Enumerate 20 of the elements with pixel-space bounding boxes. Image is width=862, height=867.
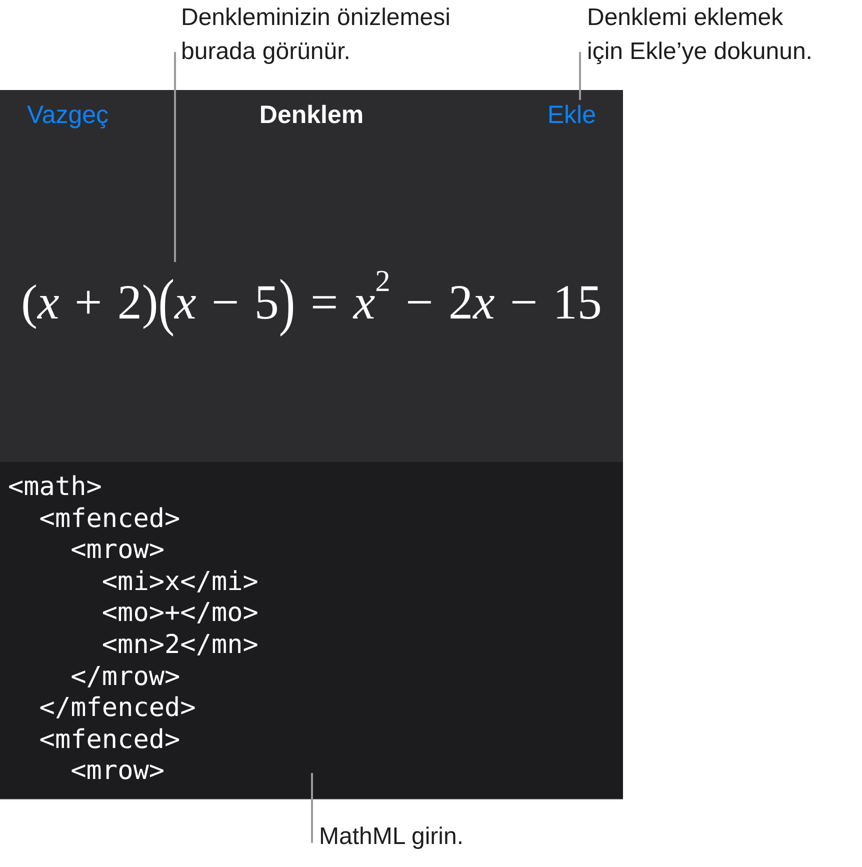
code-line: <mi>x</mi> xyxy=(102,566,258,598)
mathml-editor[interactable]: <math> <mfenced> <mrow> <mi>x</mi> <mo>+</mo> <mn>2</mn> </mrow> </mfenced> <mfenced> <mrow> xyxy=(0,462,623,800)
leader-line xyxy=(579,52,581,100)
leader-line xyxy=(311,773,313,843)
code-line: </mrow> xyxy=(70,662,180,694)
equation-preview: (x + 2)(x − 5) = x$^{2}$ − 2x − 15 xyxy=(21,266,602,336)
cancel-button[interactable]: Vazgeç xyxy=(27,100,109,130)
add-button[interactable]: Ekle xyxy=(547,100,596,130)
code-line: </mfenced> xyxy=(39,693,196,725)
callout-text: Denkleminizin önizlemesi burada görünür. xyxy=(181,3,450,67)
sheet-title: Denklem xyxy=(259,100,364,130)
code-line: <mn>2</mn> xyxy=(102,630,258,662)
callout-text: MathML girin. xyxy=(319,822,464,852)
callout-text: Denklemi eklemek için Ekle’ye dokunun. xyxy=(587,3,812,67)
code-line: <mrow> xyxy=(70,535,165,567)
code-line: <mrow> xyxy=(70,756,165,788)
code-line: <mo>+</mo> xyxy=(102,598,258,630)
code-line: <mfenced> xyxy=(39,504,180,536)
code-line: <math> xyxy=(8,472,102,504)
code-line: <mfenced> xyxy=(39,724,180,756)
